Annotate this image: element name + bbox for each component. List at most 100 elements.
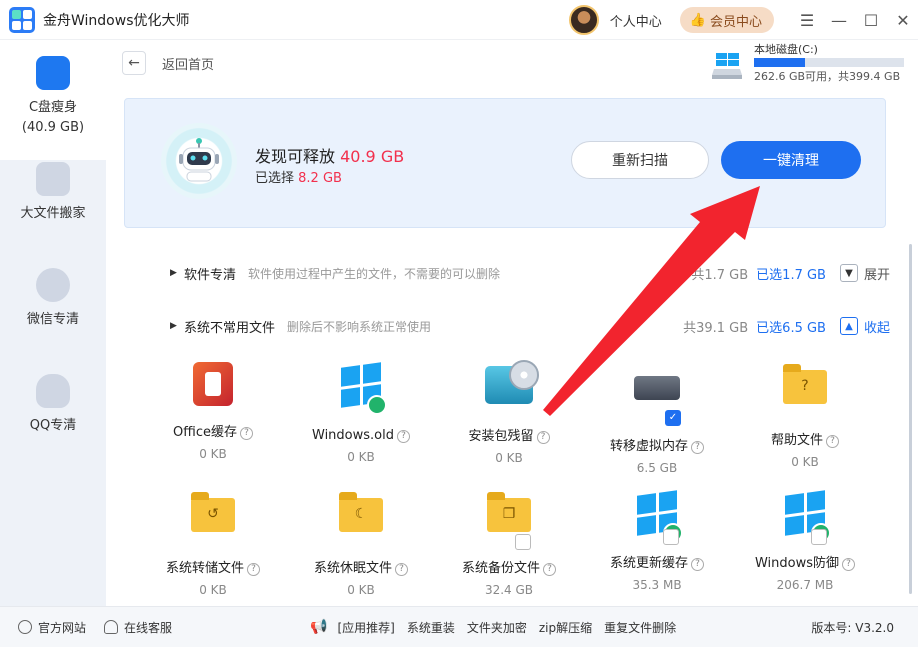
footer-link-reinstall[interactable]: 系统重装 [407, 619, 455, 636]
help-icon[interactable]: ? [826, 435, 839, 448]
robot-icon [161, 123, 237, 199]
maximize-icon[interactable]: ☐ [856, 5, 886, 35]
headset-icon [104, 620, 119, 634]
rescan-button[interactable]: 重新扫描 [571, 141, 709, 179]
website-label: 官方网站 [38, 620, 87, 635]
selected-value: 8.2 GB [298, 171, 342, 186]
sidebar-item-label: 大文件搬家 [20, 206, 86, 221]
tile-name: 系统转储文件 [165, 561, 244, 576]
scan-summary-card: 发现可释放 40.9 GB 已选择 8.2 GB 重新扫描 一键清理 [124, 98, 886, 228]
disk-info: 262.6 GB可用，共399.4 GB [754, 70, 901, 83]
caret-right-icon: ▶ [170, 268, 177, 278]
tile-installer-residue[interactable]: 安装包残留? 0 KB [436, 360, 582, 466]
tile-virtual-memory[interactable]: ✓ 转移虚拟内存? 6.5 GB [584, 362, 730, 476]
help-icon[interactable]: ? [536, 431, 550, 444]
tile-office-cache[interactable]: Office缓存? 0 KB [140, 362, 286, 462]
checkbox-checked-icon[interactable]: ✓ [665, 410, 681, 426]
one-click-clean-button[interactable]: 一键清理 [721, 141, 861, 179]
footer-link-apps[interactable]: [应用推荐] [337, 619, 394, 636]
selected-summary: 已选择 8.2 GB [255, 167, 342, 186]
checkbox-unchecked-icon[interactable] [811, 529, 827, 545]
tile-size: 32.4 GB [484, 583, 534, 597]
minimize-icon[interactable]: — [824, 5, 854, 35]
app-logo-icon [9, 6, 35, 33]
help-icon[interactable]: ? [396, 430, 410, 443]
sidebar-item-qq[interactable]: QQ专清 [0, 374, 106, 464]
help-icon[interactable]: ? [239, 427, 253, 440]
avatar[interactable] [568, 5, 599, 35]
checkbox-unchecked-icon[interactable] [663, 529, 679, 545]
tile-update-cache[interactable]: 系统更新缓存? 35.3 MB [584, 490, 730, 593]
vip-center-button[interactable]: 👍 会员中心 [679, 7, 774, 33]
tile-windows-old[interactable]: Windows.old? 0 KB [288, 362, 434, 465]
tile-name: Windows.old [312, 428, 394, 443]
footer-link-folder-encrypt[interactable]: 文件夹加密 [467, 619, 527, 636]
chevron-up-icon[interactable]: ▲ [839, 317, 858, 335]
help-icon[interactable]: ? [842, 558, 856, 571]
tile-size: 6.5 GB [636, 461, 678, 475]
tile-size: 0 KB [347, 583, 375, 597]
expand-toggle[interactable]: 展开 [864, 264, 890, 283]
help-icon[interactable]: ? [691, 441, 704, 454]
sidebar-item-label: C盘瘦身 [28, 100, 78, 115]
qq-penguin-icon [36, 374, 70, 408]
help-icon[interactable]: ? [691, 558, 704, 571]
tile-name: 转移虚拟内存 [609, 439, 688, 454]
folder-question-icon: ? [781, 364, 829, 416]
back-row: ← 返回首页 [122, 50, 214, 76]
sidebar-item-sub: (40.9 GB) [21, 120, 85, 135]
tile-size: 0 KB [791, 455, 819, 469]
tile-system-dump[interactable]: ↺ 系统转储文件? 0 KB [140, 490, 286, 598]
category-selected: 已选6.5 GB [756, 320, 826, 336]
tile-name: 安装包残留 [468, 429, 534, 444]
folder-moon-icon: ☾ [337, 492, 385, 544]
tile-windows-defender[interactable]: Windows防御? 206.7 MB [732, 490, 878, 593]
user-center-link[interactable]: 个人中心 [610, 11, 662, 30]
tile-name: 帮助文件 [770, 433, 823, 448]
tile-help-files[interactable]: ? 帮助文件? 0 KB [732, 362, 878, 470]
category-row-software[interactable]: ▶ 软件专清 软件使用过程中产生的文件，不需要的可以删除 共1.7 GB 已选1… [170, 262, 890, 284]
tile-hibernation[interactable]: ☾ 系统休眠文件? 0 KB [288, 490, 434, 598]
menu-icon[interactable]: ☰ [792, 5, 822, 35]
disk-name: 本地磁盘(C:) [754, 43, 818, 56]
sidebar-item-label: QQ专清 [29, 418, 77, 433]
tile-size: 0 KB [199, 447, 227, 461]
footer-link-duplicate[interactable]: 重复文件删除 [604, 619, 676, 636]
category-row-system[interactable]: ▶ 系统不常用文件 删除后不影响系统正常使用 共39.1 GB 已选6.5 GB… [170, 315, 890, 337]
sidebar-item-c-drive[interactable]: C盘瘦身 (40.9 GB) [0, 40, 106, 160]
box-icon [36, 162, 70, 196]
back-arrow-icon[interactable]: ← [122, 51, 146, 75]
tile-size: 206.7 MB [776, 578, 834, 592]
chevron-down-icon[interactable]: ▼ [839, 264, 858, 282]
footer-bar: 官方网站 在线客服 📢 [应用推荐] 系统重装 文件夹加密 zip解压缩 重复文… [0, 606, 918, 647]
found-label: 发现可释放 [255, 147, 336, 166]
back-home-link[interactable]: 返回首页 [162, 54, 214, 73]
checkbox-unchecked-icon[interactable] [515, 534, 531, 550]
help-icon[interactable]: ? [543, 563, 556, 576]
support-link[interactable]: 在线客服 [104, 619, 172, 636]
help-icon[interactable]: ? [395, 563, 408, 576]
disc-package-icon [485, 360, 539, 412]
windows-refresh-icon [337, 362, 387, 415]
collapse-toggle[interactable]: 收起 [864, 317, 890, 336]
close-icon[interactable]: ✕ [888, 5, 918, 35]
found-summary: 发现可释放 40.9 GB [255, 143, 404, 167]
version-label: 版本号: V3.2.0 [811, 620, 894, 635]
sidebar-item-label: 微信专清 [26, 312, 79, 327]
category-selected: 已选1.7 GB [756, 267, 826, 283]
sidebar-item-large-files[interactable]: 大文件搬家 [0, 162, 106, 252]
footer-link-zip[interactable]: zip解压缩 [539, 619, 592, 636]
category-desc: 删除后不影响系统正常使用 [287, 319, 432, 334]
tile-name: 系统更新缓存 [609, 556, 688, 571]
tile-system-backup[interactable]: ❐ 系统备份文件? 32.4 GB [436, 490, 582, 598]
scrollbar[interactable] [909, 244, 912, 594]
thumb-up-icon: 👍 [689, 12, 706, 28]
sidebar: C盘瘦身 (40.9 GB) 大文件搬家 微信专清 QQ专清 [0, 40, 106, 606]
selected-label: 已选择 [255, 171, 295, 186]
help-icon[interactable]: ? [247, 563, 260, 576]
folder-backup-icon: ❐ [485, 492, 533, 550]
website-link[interactable]: 官方网站 [18, 619, 86, 636]
caret-right-icon: ▶ [170, 321, 177, 331]
sidebar-item-wechat[interactable]: 微信专清 [0, 268, 106, 358]
tile-size: 0 KB [199, 583, 227, 597]
